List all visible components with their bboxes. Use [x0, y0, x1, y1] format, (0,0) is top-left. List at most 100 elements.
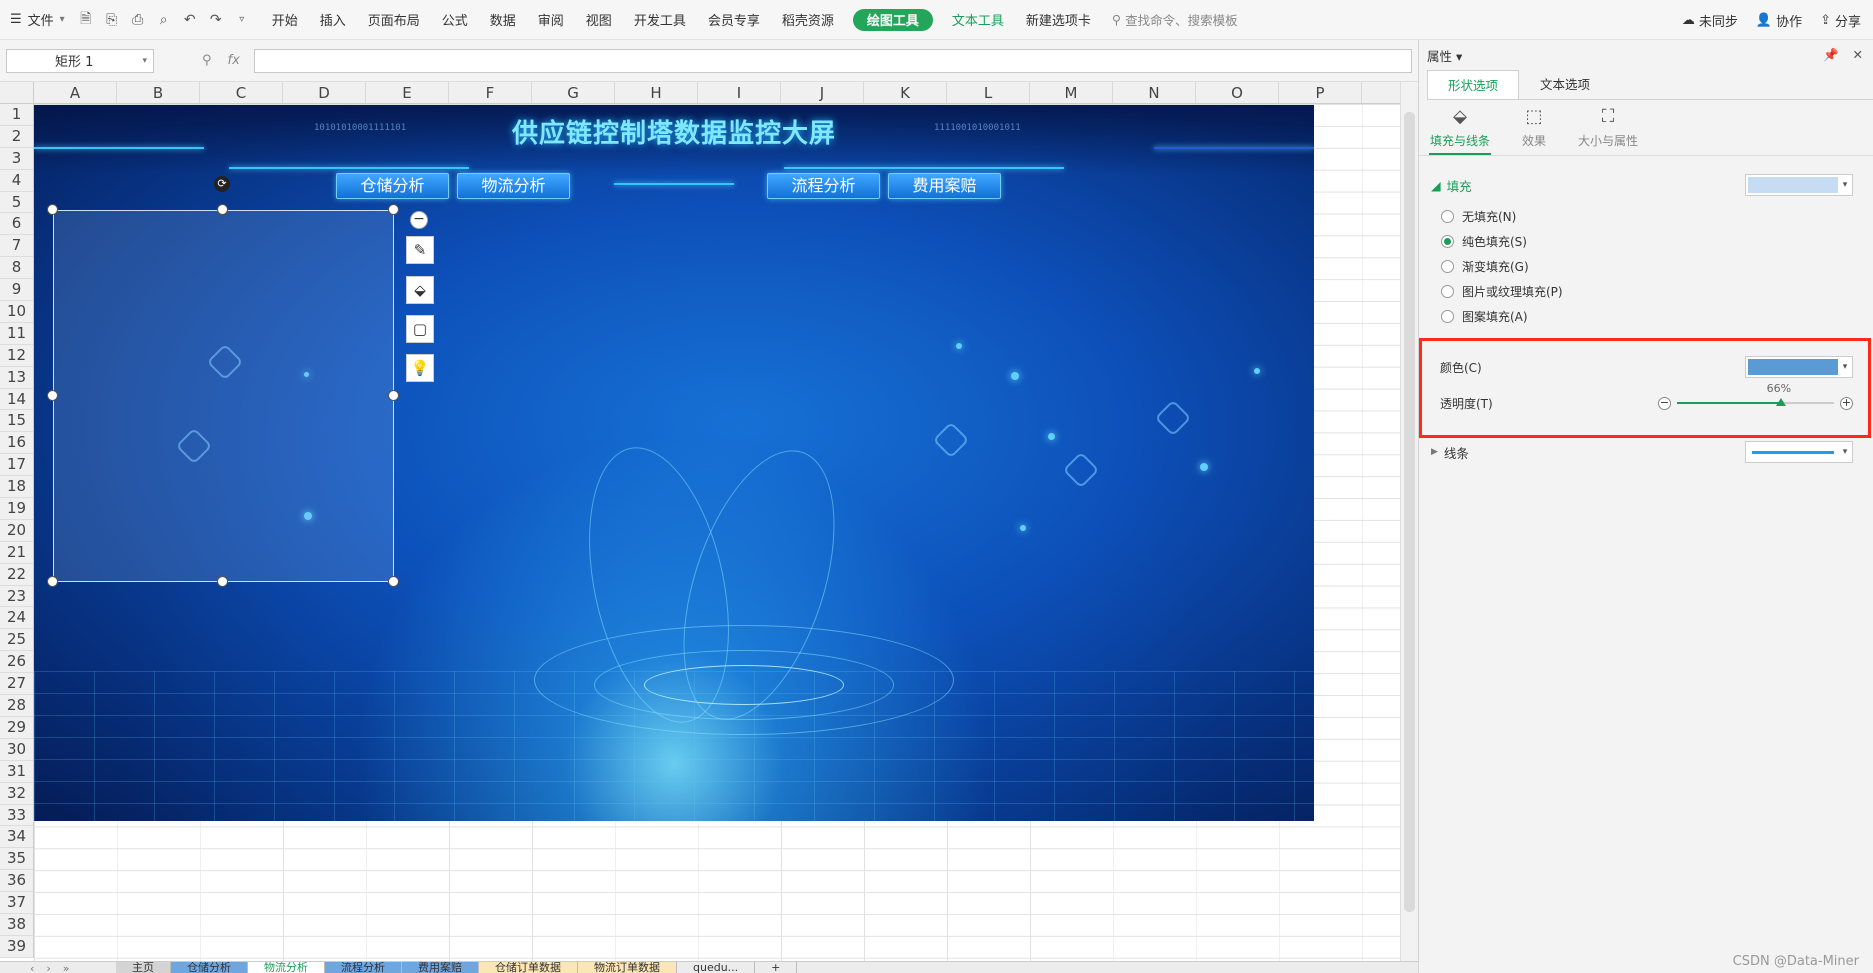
slider-knob[interactable]	[1775, 398, 1786, 406]
nav-logistics-button[interactable]: 物流分析	[457, 173, 570, 199]
redo-icon[interactable]: ↷	[205, 9, 227, 31]
customize-dropdown-icon[interactable]: ▿	[231, 9, 253, 31]
resize-handle[interactable]	[217, 204, 228, 215]
fill-preview-dropdown[interactable]: ▾	[1745, 174, 1853, 196]
subtab-effects[interactable]: ⬚ 效果	[1503, 106, 1565, 155]
collab-button[interactable]: 👤 协作	[1756, 11, 1802, 30]
row-header-cell[interactable]: 25	[0, 629, 33, 652]
save-icon[interactable]: 🗎	[75, 9, 97, 31]
resize-handle[interactable]	[388, 576, 399, 587]
tab-insert[interactable]: 插入	[309, 0, 357, 40]
fill-bucket-icon[interactable]: ⬙	[406, 276, 434, 304]
file-menu[interactable]: ☰ 文件 ▾	[0, 0, 75, 39]
row-header-cell[interactable]: 39	[0, 936, 33, 958]
row-header-cell[interactable]: 17	[0, 454, 33, 477]
undo-icon[interactable]: ↶	[179, 9, 201, 31]
row-header-cell[interactable]: 9	[0, 279, 33, 302]
scrollbar-thumb[interactable]	[1404, 112, 1415, 912]
subtab-size-properties[interactable]: ⛶ 大小与属性	[1577, 106, 1639, 155]
subtab-fill-line[interactable]: ⬙ 填充与线条	[1429, 106, 1491, 155]
pin-icon[interactable]: 📌	[1823, 47, 1839, 63]
nav-warehouse-button[interactable]: 仓储分析	[336, 173, 449, 199]
resize-handle[interactable]	[47, 204, 58, 215]
tab-text-tools[interactable]: 文本工具	[941, 0, 1015, 40]
row-header-cell[interactable]: 7	[0, 235, 33, 258]
add-sheet-icon[interactable]: +	[755, 962, 798, 973]
row-header-cell[interactable]: 33	[0, 805, 33, 827]
sheet-tab-quedu[interactable]: quedu...	[677, 962, 756, 973]
fill-section-header[interactable]: ◢ 填充 ▾	[1419, 166, 1873, 204]
row-header-cell[interactable]: 1	[0, 104, 33, 126]
row-header-cell[interactable]: 15	[0, 410, 33, 433]
export-icon[interactable]: ⎘	[101, 9, 123, 31]
row-header-cell[interactable]: 22	[0, 564, 33, 586]
row-header-cell[interactable]: 37	[0, 892, 33, 914]
fill-option-radio[interactable]: 纯色填充(S)	[1419, 229, 1873, 254]
column-header-cell[interactable]: N	[1113, 82, 1196, 103]
column-header-cell[interactable]: P	[1279, 82, 1362, 103]
sheet-tab-home[interactable]: 主页	[116, 962, 171, 973]
name-box[interactable]: 矩形 1 ▾	[6, 48, 154, 73]
formula-input[interactable]	[253, 48, 1412, 73]
collapse-float-toolbar-icon[interactable]: −	[410, 211, 428, 229]
resize-handle[interactable]	[388, 390, 399, 401]
minus-icon[interactable]: −	[1658, 396, 1671, 410]
tab-home[interactable]: 开始	[261, 0, 309, 40]
plus-icon[interactable]: +	[1840, 396, 1853, 410]
row-header-cell[interactable]: 28	[0, 695, 33, 717]
column-header-cell[interactable]: A	[34, 82, 117, 103]
shape-outline-icon[interactable]: ▢	[406, 315, 434, 343]
print-preview-icon[interactable]: ⌕	[153, 9, 175, 31]
sheet-tab-cost[interactable]: 费用案赔	[402, 962, 479, 973]
tab-data[interactable]: 数据	[479, 0, 527, 40]
shape-style-pen-icon[interactable]: ✎	[406, 236, 434, 264]
fx-icon[interactable]: fx	[228, 53, 240, 68]
column-header-cell[interactable]: H	[615, 82, 698, 103]
column-header-cell[interactable]: G	[532, 82, 615, 103]
row-header-cell[interactable]: 26	[0, 651, 33, 674]
column-header-cell[interactable]: K	[864, 82, 947, 103]
tab-formulas[interactable]: 公式	[431, 0, 479, 40]
row-header-cell[interactable]: 12	[0, 345, 33, 367]
selected-rectangle-shape[interactable]	[53, 210, 394, 582]
fill-option-radio[interactable]: 渐变填充(G)	[1419, 254, 1873, 279]
nav-process-button[interactable]: 流程分析	[767, 173, 880, 199]
row-header-cell[interactable]: 29	[0, 717, 33, 739]
column-header-cell[interactable]: E	[366, 82, 449, 103]
row-header-cell[interactable]: 23	[0, 586, 33, 608]
row-header-cell[interactable]: 27	[0, 673, 33, 696]
nav-cost-button[interactable]: 费用案赔	[888, 173, 1001, 199]
close-icon[interactable]: ✕	[1853, 47, 1863, 63]
tab-review[interactable]: 审阅	[527, 0, 575, 40]
rotate-handle-icon[interactable]: ⟳	[214, 176, 230, 192]
column-header-cell[interactable]: C	[200, 82, 283, 103]
column-header-cell[interactable]: O	[1196, 82, 1279, 103]
row-header-cell[interactable]: 10	[0, 301, 33, 323]
column-header-cell[interactable]: I	[698, 82, 781, 103]
sheet-tab-warehouse-orders[interactable]: 仓储订单数据	[479, 962, 578, 973]
column-header-cell[interactable]: M	[1030, 82, 1113, 103]
line-style-dropdown[interactable]: ▾	[1745, 441, 1853, 463]
row-header-cell[interactable]: 13	[0, 367, 33, 389]
sync-button[interactable]: ☁ 未同步	[1682, 11, 1738, 30]
column-header-cell[interactable]: F	[449, 82, 532, 103]
column-header-cell[interactable]: B	[117, 82, 200, 103]
resize-handle[interactable]	[47, 576, 58, 587]
row-header-cell[interactable]: 36	[0, 870, 33, 893]
row-header-cell[interactable]: 16	[0, 432, 33, 455]
slider-track[interactable]: 66%	[1677, 382, 1834, 406]
vertical-scrollbar[interactable]	[1400, 82, 1418, 961]
column-header-cell[interactable]: J	[781, 82, 864, 103]
share-button[interactable]: ⇪ 分享	[1820, 11, 1861, 30]
row-header-cell[interactable]: 4	[0, 170, 33, 192]
command-search[interactable]: ⚲ 查找命令、搜索模板	[1112, 10, 1238, 29]
row-header-cell[interactable]: 18	[0, 476, 33, 499]
row-header-cell[interactable]: 21	[0, 542, 33, 564]
row-header-cell[interactable]: 20	[0, 520, 33, 542]
tab-text-options[interactable]: 文本选项	[1519, 70, 1611, 99]
tab-new[interactable]: 新建选项卡	[1015, 0, 1102, 40]
row-header-cell[interactable]: 31	[0, 761, 33, 783]
fill-option-radio[interactable]: 图案填充(A)	[1419, 304, 1873, 329]
row-header-cell[interactable]: 32	[0, 783, 33, 805]
tab-shape-options[interactable]: 形状选项	[1427, 70, 1519, 99]
